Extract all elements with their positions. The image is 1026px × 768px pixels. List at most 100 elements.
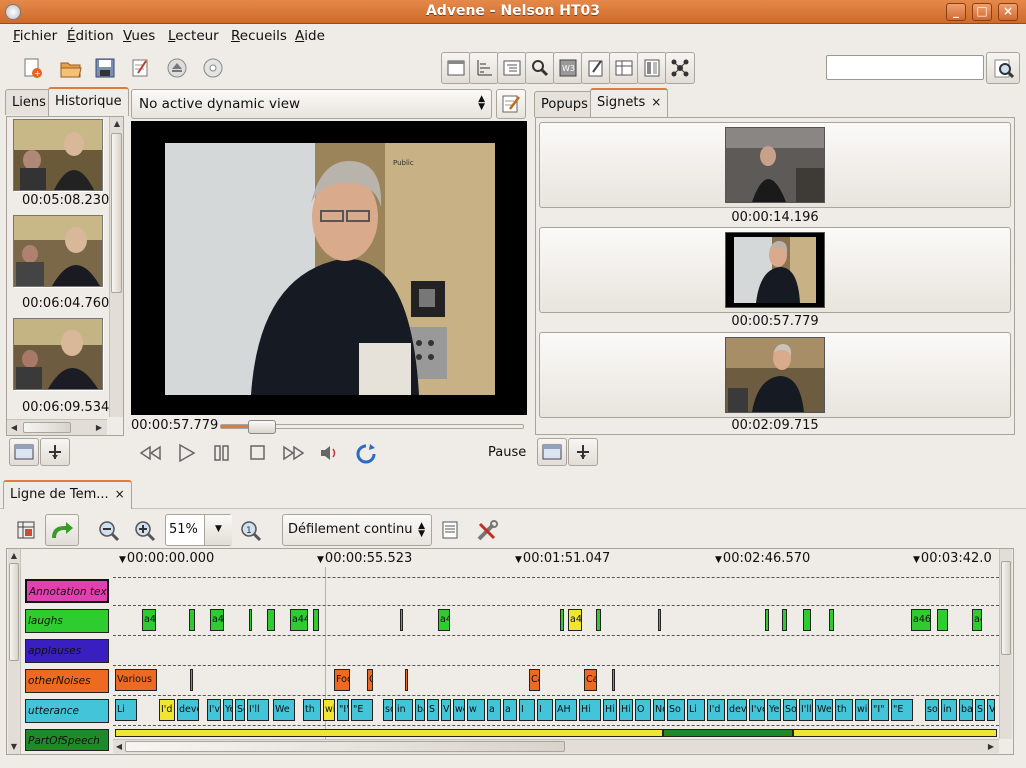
tab-historique[interactable]: Historique bbox=[48, 87, 129, 116]
annotation-utterance[interactable]: We bbox=[273, 699, 295, 721]
history-vscrollbar[interactable]: ▲ bbox=[109, 117, 123, 417]
history-hscrollbar[interactable]: ◀ ▶ bbox=[7, 419, 107, 435]
position-slider-handle[interactable] bbox=[248, 420, 277, 434]
view-transcription-button[interactable] bbox=[441, 52, 471, 84]
edit-dynamic-view-button[interactable] bbox=[496, 89, 526, 119]
annotation-utterance[interactable]: I bbox=[537, 699, 553, 721]
annotation-utterance[interactable]: I've bbox=[749, 699, 765, 721]
bookmark-item[interactable] bbox=[539, 332, 1011, 418]
annotation-utterance[interactable]: "E bbox=[351, 699, 373, 721]
rewind-button[interactable] bbox=[137, 443, 163, 465]
annotation-utterance[interactable]: So bbox=[667, 699, 685, 721]
bookmarks-detach-button[interactable] bbox=[537, 438, 567, 466]
annotation-utterance[interactable]: Hi bbox=[619, 699, 633, 721]
close-button[interactable]: × bbox=[998, 3, 1018, 21]
annotation-partofspeech[interactable] bbox=[663, 729, 793, 737]
history-pin-button[interactable] bbox=[40, 438, 70, 466]
annotation-utterance[interactable]: Li bbox=[687, 699, 705, 721]
annotation-laughs[interactable] bbox=[937, 609, 948, 631]
annotation-utterance[interactable]: a bbox=[487, 699, 501, 721]
menu-fichier[interactable]: Fichier bbox=[13, 28, 57, 44]
annotation-utterance[interactable]: a bbox=[503, 699, 517, 721]
annotation-utterance[interactable]: V bbox=[441, 699, 451, 721]
scroll-left-arrow-icon[interactable]: ◀ bbox=[113, 741, 125, 753]
zoom-in-button[interactable] bbox=[130, 515, 160, 547]
timeline-preferences-button[interactable] bbox=[472, 515, 502, 547]
annotation-othernoises[interactable] bbox=[405, 669, 408, 691]
annotation-othernoises[interactable]: Various bbox=[115, 669, 157, 691]
annotation-utterance[interactable]: I bbox=[519, 699, 535, 721]
web-browser-button[interactable]: W3 bbox=[553, 52, 583, 84]
scroll-right-arrow-icon[interactable]: ▶ bbox=[93, 422, 105, 434]
history-thumbnail[interactable] bbox=[13, 119, 103, 191]
annotation-laughs[interactable]: a4 bbox=[210, 609, 224, 631]
annotation-utterance[interactable]: in bbox=[941, 699, 957, 721]
zoom-level-combo[interactable]: 51% ▼ bbox=[165, 514, 232, 546]
annotation-laughs[interactable]: a4 bbox=[438, 609, 450, 631]
annotation-utterance[interactable]: th bbox=[835, 699, 853, 721]
search-button[interactable] bbox=[986, 52, 1020, 84]
annotation-othernoises[interactable] bbox=[190, 669, 193, 691]
annotation-laughs[interactable] bbox=[267, 609, 275, 631]
position-slider[interactable] bbox=[220, 420, 524, 434]
view-timeline-button[interactable] bbox=[469, 52, 499, 84]
edit-package-button[interactable] bbox=[126, 52, 156, 84]
annotation-utterance[interactable]: V bbox=[987, 699, 995, 721]
history-hscroll-thumb[interactable] bbox=[23, 422, 71, 433]
annotation-utterance[interactable]: "I" bbox=[337, 699, 349, 721]
annotation-laughs[interactable] bbox=[782, 609, 787, 631]
scroll-mode-select[interactable]: Défilement continu ▲ ▼ bbox=[282, 514, 432, 546]
annotation-laughs[interactable]: a4 bbox=[972, 609, 982, 631]
find-button[interactable] bbox=[525, 52, 555, 84]
annotation-othernoises[interactable] bbox=[612, 669, 615, 691]
annotation-utterance[interactable]: deve bbox=[727, 699, 747, 721]
view-table-button[interactable] bbox=[609, 52, 639, 84]
open-button[interactable] bbox=[55, 52, 85, 84]
refresh-button[interactable] bbox=[353, 443, 379, 465]
annotation-laughs[interactable] bbox=[400, 609, 403, 631]
forward-button[interactable] bbox=[281, 443, 307, 465]
annotation-utterance[interactable]: S bbox=[427, 699, 439, 721]
timeline-area[interactable]: ▲ ▼ ▼00:00:00.000 ▼00:00:55.523 ▼00:01:5… bbox=[6, 548, 1014, 755]
bookmark-item[interactable] bbox=[539, 227, 1011, 313]
annotation-utterance[interactable]: AH bbox=[555, 699, 577, 721]
title-bar[interactable]: Advene - Nelson HT03 _ □ × bbox=[0, 0, 1026, 24]
annotation-utterance[interactable]: No bbox=[653, 699, 665, 721]
stop-button[interactable] bbox=[245, 443, 271, 465]
menu-lecteur[interactable]: Lecteur bbox=[168, 28, 219, 44]
new-package-button[interactable]: + bbox=[18, 52, 48, 84]
annotation-utterance[interactable]: S bbox=[975, 699, 985, 721]
annotation-utterance[interactable]: "I" bbox=[871, 699, 889, 721]
annotation-laughs[interactable]: a46 bbox=[911, 609, 931, 631]
annotation-utterance[interactable]: w bbox=[467, 699, 485, 721]
scroll-right-arrow-icon[interactable]: ▶ bbox=[985, 741, 997, 753]
video-player[interactable]: Public bbox=[131, 121, 527, 415]
view-tree-button[interactable] bbox=[497, 52, 527, 84]
zoom-fit-button[interactable]: 1 bbox=[236, 515, 266, 547]
annotation-utterance[interactable]: So bbox=[235, 699, 245, 721]
close-tab-icon[interactable]: × bbox=[115, 487, 125, 501]
annotation-utterance[interactable]: wi bbox=[323, 699, 335, 721]
annotation-utterance[interactable]: Ye bbox=[767, 699, 781, 721]
scroll-left-arrow-icon[interactable]: ◀ bbox=[8, 422, 20, 434]
maximize-button[interactable]: □ bbox=[972, 3, 992, 21]
annotation-utterance[interactable]: in bbox=[395, 699, 413, 721]
menu-edition[interactable]: Édition bbox=[67, 28, 114, 44]
annotation-laughs[interactable]: a44 bbox=[290, 609, 308, 631]
annotation-utterance[interactable]: I'll bbox=[247, 699, 269, 721]
save-button[interactable] bbox=[90, 52, 120, 84]
play-button[interactable] bbox=[173, 443, 199, 465]
annotation-laughs[interactable]: a4 bbox=[142, 609, 156, 631]
close-tab-icon[interactable]: × bbox=[651, 95, 661, 109]
history-thumbnail[interactable] bbox=[13, 215, 103, 287]
annotation-partofspeech[interactable] bbox=[793, 729, 997, 737]
annotation-partofspeech[interactable] bbox=[115, 729, 663, 737]
annotation-utterance[interactable]: I'd bbox=[707, 699, 725, 721]
history-thumbnail[interactable] bbox=[13, 318, 103, 390]
annotation-laughs[interactable] bbox=[829, 609, 834, 631]
dropdown-arrow-icon[interactable]: ▼ bbox=[204, 515, 232, 545]
timeline-goto-button[interactable] bbox=[45, 514, 79, 546]
pause-button[interactable] bbox=[209, 443, 235, 465]
annotation-utterance[interactable]: th bbox=[303, 699, 321, 721]
annotation-laughs[interactable]: a4 bbox=[568, 609, 582, 631]
